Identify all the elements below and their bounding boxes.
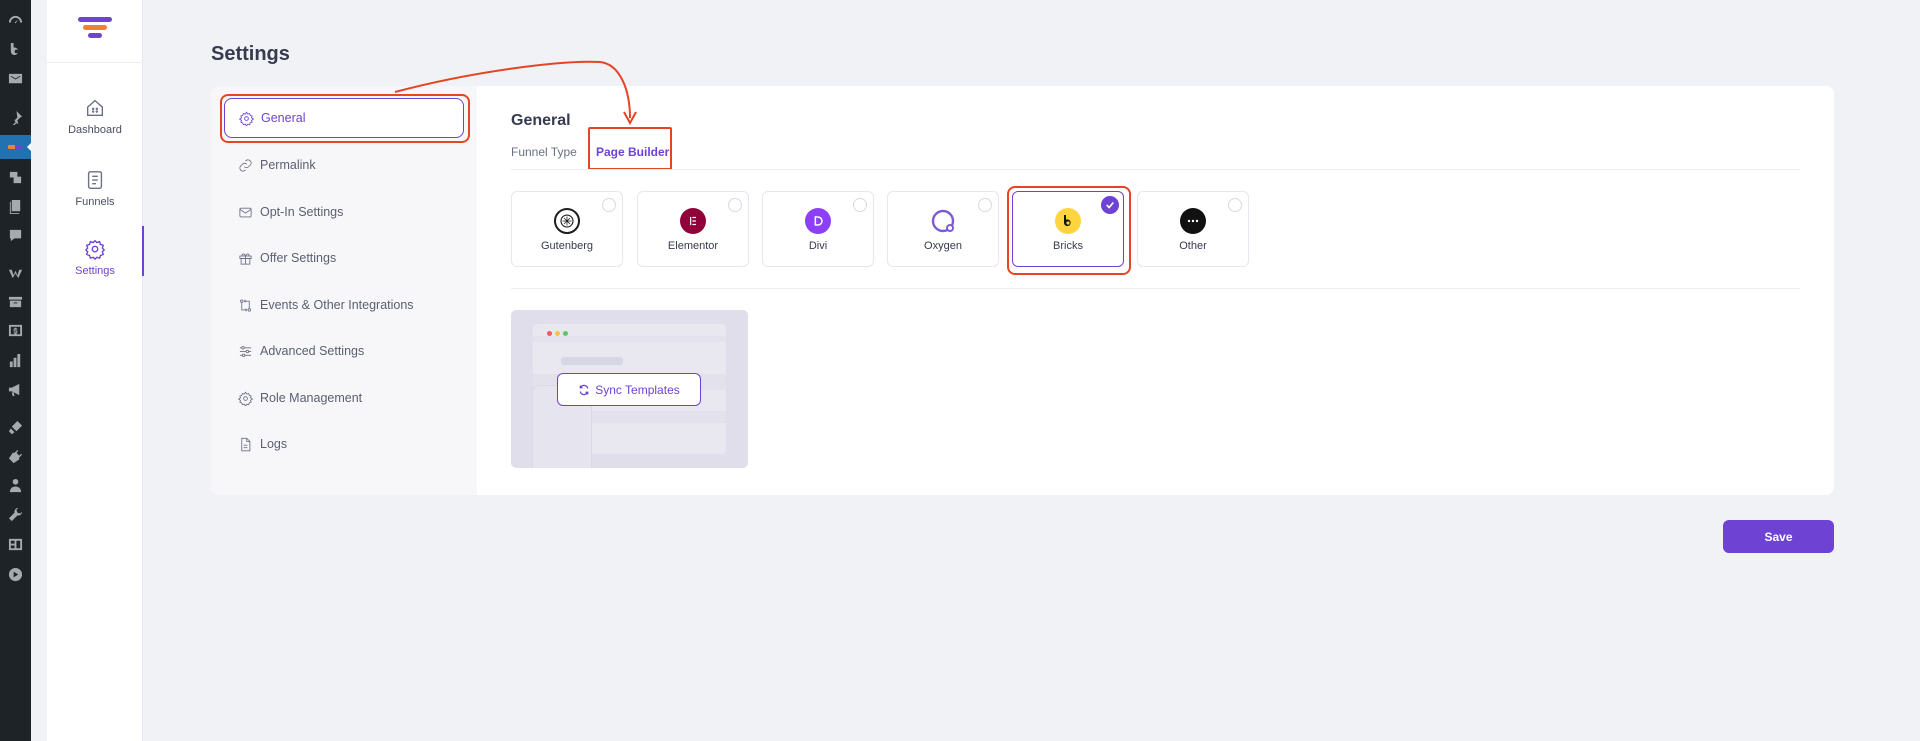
dashboard-icon[interactable] bbox=[8, 14, 23, 29]
mail-icon bbox=[239, 207, 252, 217]
app-navigation: Dashboard Funnels Settings bbox=[47, 0, 144, 741]
more-icon bbox=[1180, 208, 1206, 234]
page-title: Settings bbox=[211, 43, 290, 65]
settings-menu-label: Permalink bbox=[260, 158, 316, 172]
settings-menu-label: Advanced Settings bbox=[260, 344, 365, 358]
settings-menu: General Permalink Opt-In Settings Offer … bbox=[211, 86, 477, 495]
bricks-icon bbox=[1055, 208, 1081, 234]
builder-label: Oxygen bbox=[924, 240, 962, 252]
nav-item-label: Settings bbox=[75, 265, 115, 277]
illustration-bar bbox=[533, 336, 726, 342]
divider bbox=[511, 288, 1800, 289]
builder-label: Other bbox=[1179, 240, 1207, 252]
illustration-block bbox=[561, 357, 623, 365]
builder-elementor[interactable]: Elementor bbox=[637, 191, 749, 267]
check-icon bbox=[1106, 201, 1114, 209]
builder-radio[interactable] bbox=[853, 198, 867, 212]
settings-menu-integrations[interactable]: Events & Other Integrations bbox=[224, 285, 464, 325]
gift-icon bbox=[239, 252, 252, 265]
elementor-icon bbox=[680, 208, 706, 234]
settings-menu-label: Logs bbox=[260, 437, 288, 451]
builder-label: Divi bbox=[808, 240, 828, 252]
file-icon bbox=[241, 437, 251, 451]
tabs-divider bbox=[511, 169, 1800, 170]
tab-page-builder[interactable]: Page Builder bbox=[596, 145, 669, 159]
nav-item-label: Funnels bbox=[75, 196, 115, 208]
builder-divi[interactable]: Divi bbox=[762, 191, 874, 267]
builder-bricks[interactable]: Bricks bbox=[1012, 191, 1124, 267]
settings-menu-logs[interactable]: Logs bbox=[224, 424, 464, 464]
settings-menu-general[interactable]: General bbox=[224, 98, 464, 138]
settings-menu-permalink[interactable]: Permalink bbox=[224, 145, 464, 185]
link-icon bbox=[239, 158, 252, 172]
tab-funnel-type[interactable]: Funnel Type bbox=[511, 145, 577, 159]
wp-admin-sidebar bbox=[0, 0, 31, 741]
pages-icon[interactable] bbox=[8, 199, 23, 214]
users-icon[interactable] bbox=[8, 478, 23, 493]
appearance-icon[interactable] bbox=[8, 420, 23, 435]
builder-radio[interactable] bbox=[728, 198, 742, 212]
woocommerce-icon[interactable] bbox=[8, 265, 23, 280]
settings-menu-roles[interactable]: Role Management bbox=[224, 378, 464, 418]
comments-icon[interactable] bbox=[8, 228, 23, 243]
analytics-icon[interactable] bbox=[8, 353, 23, 368]
settings-menu-offer[interactable]: Offer Settings bbox=[224, 238, 464, 278]
builder-radio[interactable] bbox=[602, 198, 616, 212]
tools-icon[interactable] bbox=[8, 507, 23, 522]
pin-icon[interactable] bbox=[8, 110, 23, 125]
settings-menu-opt-in[interactable]: Opt-In Settings bbox=[224, 192, 464, 232]
settings-menu-label: Role Management bbox=[260, 391, 363, 405]
sync-templates-label: Sync Templates bbox=[595, 382, 680, 397]
plugins-icon[interactable] bbox=[8, 449, 23, 464]
user-gear-icon bbox=[238, 390, 253, 406]
settings-menu-label: General bbox=[261, 111, 306, 125]
builder-label: Gutenberg bbox=[541, 240, 593, 252]
funnel-plugin-icon bbox=[8, 145, 22, 149]
play-icon[interactable] bbox=[8, 567, 23, 582]
builder-label: Elementor bbox=[667, 240, 719, 252]
template-preview: Sync Templates bbox=[511, 310, 748, 468]
payments-icon[interactable] bbox=[8, 323, 23, 338]
gutenberg-icon bbox=[554, 208, 580, 234]
section-title: General bbox=[511, 112, 571, 129]
builder-other[interactable]: Other bbox=[1137, 191, 1249, 267]
settings-menu-label: Opt-In Settings bbox=[260, 205, 344, 219]
active-pointer bbox=[27, 143, 31, 151]
nav-item-funnels[interactable]: Funnels bbox=[47, 169, 143, 208]
media-icon[interactable] bbox=[8, 170, 23, 185]
divi-icon bbox=[805, 208, 831, 234]
builder-radio[interactable] bbox=[1228, 198, 1242, 212]
home-icon bbox=[86, 99, 104, 117]
settings-icon[interactable] bbox=[8, 537, 23, 552]
sync-icon bbox=[579, 384, 589, 395]
nav-item-dashboard[interactable]: Dashboard bbox=[47, 97, 143, 136]
funnel-logo[interactable] bbox=[77, 17, 113, 43]
save-button[interactable]: Save bbox=[1723, 520, 1834, 553]
integration-icon bbox=[240, 298, 251, 312]
products-icon[interactable] bbox=[8, 294, 23, 309]
builder-radio[interactable] bbox=[978, 198, 992, 212]
settings-menu-advanced[interactable]: Advanced Settings bbox=[224, 331, 464, 371]
gear-icon bbox=[239, 110, 254, 126]
bricks-icon[interactable] bbox=[8, 42, 23, 57]
settings-menu-label: Events & Other Integrations bbox=[260, 298, 414, 312]
oxygen-icon bbox=[930, 208, 956, 234]
gear-icon bbox=[84, 239, 106, 260]
settings-menu-label: Offer Settings bbox=[260, 251, 337, 265]
divider bbox=[47, 62, 143, 63]
nav-item-settings[interactable]: Settings bbox=[47, 226, 144, 277]
builder-label: Bricks bbox=[1053, 240, 1083, 252]
builder-gutenberg[interactable]: Gutenberg bbox=[511, 191, 623, 267]
sliders-icon bbox=[239, 345, 252, 357]
nav-item-label: Dashboard bbox=[68, 124, 122, 136]
builder-oxygen[interactable]: Oxygen bbox=[887, 191, 999, 267]
document-icon bbox=[87, 171, 103, 189]
builder-radio-checked[interactable] bbox=[1101, 196, 1119, 214]
mail-icon[interactable] bbox=[8, 71, 23, 86]
marketing-icon[interactable] bbox=[8, 382, 23, 397]
funnel-plugin-menu-item[interactable] bbox=[0, 135, 31, 159]
settings-card: General Permalink Opt-In Settings Offer … bbox=[211, 86, 1834, 495]
sync-templates-button[interactable]: Sync Templates bbox=[557, 373, 701, 406]
